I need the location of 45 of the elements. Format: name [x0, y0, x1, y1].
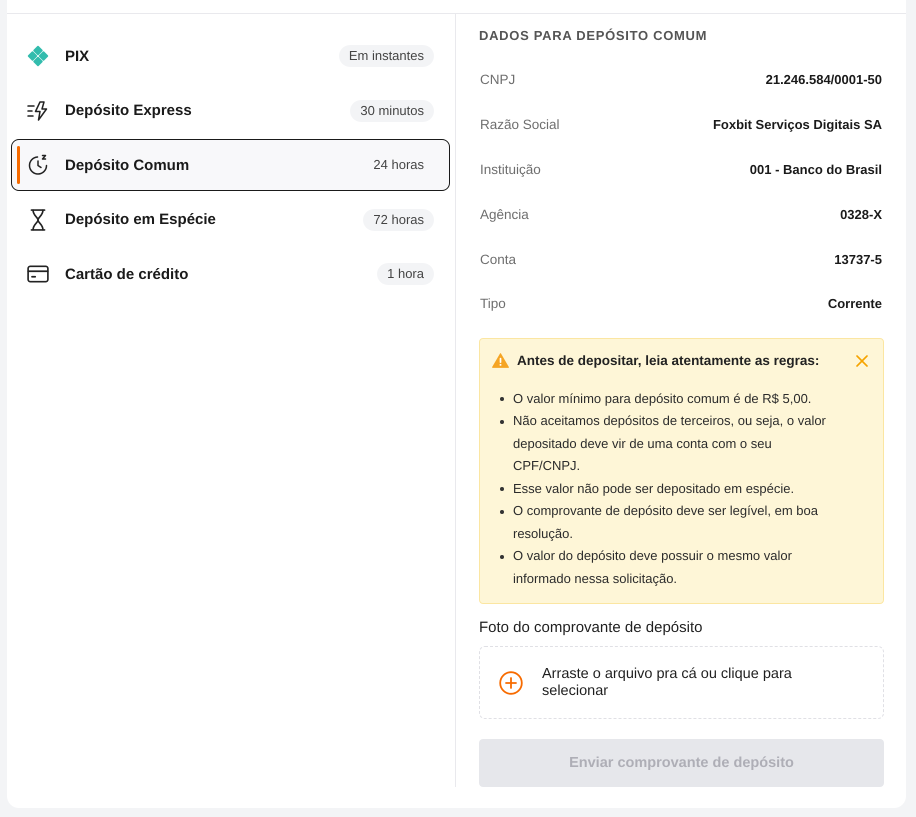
field-value: 001 - Banco do Brasil — [750, 162, 882, 178]
duration-label: 1 hora — [377, 263, 434, 286]
payment-method-item[interactable]: PIX Em instantes — [11, 30, 450, 82]
rule-text: Esse valor não pode ser depositado em espécie. — [513, 480, 794, 498]
field-value: 0328-X — [840, 206, 882, 222]
field-label: CNPJ — [480, 72, 516, 88]
field-label: Razão Social — [480, 117, 560, 132]
close-icon — [856, 354, 868, 367]
duration-label: 30 minutos — [350, 100, 434, 122]
bullet-icon — [500, 554, 504, 559]
field-label: Tipo — [480, 296, 506, 312]
payment-method-item[interactable]: Depósito Express 30 minutos — [11, 84, 450, 137]
bullet-icon — [500, 487, 504, 492]
field-value: 13737-5 — [834, 252, 882, 267]
rule-text: O comprovante de depósito deve ser legível, em boa resolução. — [513, 502, 819, 543]
upload-label: Foto do comprovante de depósito — [479, 618, 704, 638]
lightning-icon — [27, 100, 49, 122]
diamond-logo-icon — [27, 45, 49, 67]
field-value: Foxbit Serviços Digitais SA — [712, 117, 882, 132]
field-value: 21.246.584/0001-50 — [766, 72, 882, 88]
field-label: Conta — [480, 252, 516, 267]
warning-icon — [492, 353, 509, 368]
section-heading: DADOS PARA DEPÓSITO COMUM — [479, 27, 708, 45]
active-indicator — [17, 146, 20, 184]
bullet-icon — [500, 397, 504, 402]
close-button[interactable] — [856, 354, 868, 367]
clock-icon — [27, 154, 49, 176]
bullet-icon — [500, 420, 504, 424]
bullet-icon — [500, 510, 504, 514]
field-label: Agência — [480, 206, 529, 222]
rule-text: O valor mínimo para depósito comum é de R$ 5,00. — [513, 390, 812, 408]
payment-method-item[interactable]: Depósito em Espécie 72 horas — [11, 194, 450, 246]
payment-method-item[interactable]: Depósito Comum 24 horas — [11, 139, 450, 192]
duration-label: Em instantes — [338, 45, 434, 67]
rule-text: O valor do depósito deve possuir o mesmo valor informado nessa solicitação. — [513, 547, 793, 588]
duration-label: 72 horas — [363, 208, 434, 231]
field-label: Instituição — [480, 162, 541, 178]
duration-label: 24 horas — [372, 156, 425, 174]
alert-title: Antes de depositar, leia atentamente as regras: — [517, 353, 820, 368]
plus-circle-icon — [499, 670, 523, 695]
payment-method-item[interactable]: Cartão de crédito 1 hora — [11, 248, 450, 300]
credit-card-icon — [27, 263, 49, 286]
rule-text: Não aceitamos depósitos de terceiros, ou seja, o valor depositado deve vir de uma conta com o seu CPF/CNPJ. — [513, 412, 827, 476]
upload-dropzone[interactable]: Arraste o arquivo pra cá ou clique para selecionar — [479, 646, 884, 720]
field-value: Corrente — [828, 296, 882, 312]
